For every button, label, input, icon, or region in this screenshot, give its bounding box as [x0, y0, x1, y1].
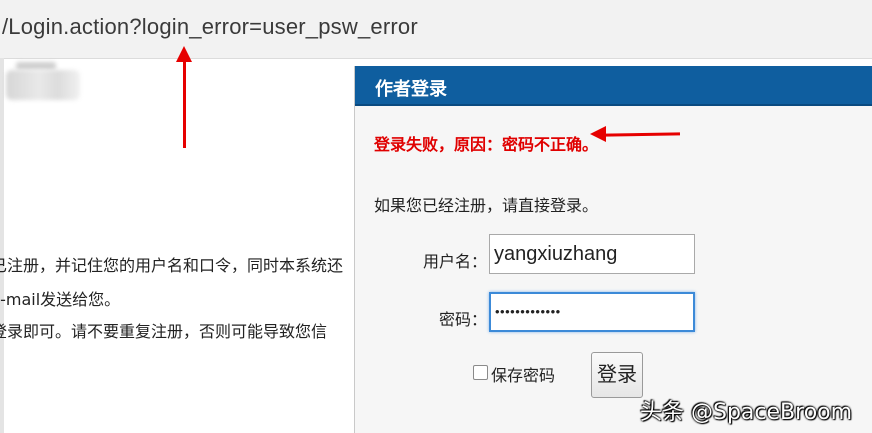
url-text[interactable]: /Login.action?login_error=user_psw_error	[2, 14, 418, 40]
address-bar[interactable]: /Login.action?login_error=user_psw_error	[0, 0, 872, 59]
username-label: 用户名：	[422, 252, 487, 271]
watermark: 头条 @SpaceBroom	[640, 400, 853, 425]
notice-line-3: 登录即可。请不要重复注册，否则可能导致您信	[0, 322, 328, 341]
annotation-arrow-up-head	[176, 46, 192, 62]
remember-password-label[interactable]: 保存密码	[491, 362, 555, 386]
password-input[interactable]: •••••••••••••	[489, 292, 695, 332]
login-panel-title: 作者登录	[375, 79, 447, 100]
login-button[interactable]: 登录	[591, 352, 643, 398]
login-hint: 如果您已经注册，请直接登录。	[374, 196, 599, 215]
left-edge-strip	[0, 58, 4, 433]
login-error-message: 登录失败，原因：密码不正确。	[374, 135, 599, 154]
blurred-username	[16, 62, 56, 70]
login-panel-header: 作者登录	[355, 66, 872, 106]
password-label: 密码：	[438, 310, 487, 329]
notice-line-1: 已注册，并记住您的用户名和口令，同时本系统还	[0, 256, 344, 275]
username-input[interactable]: yangxiuzhang	[489, 234, 695, 274]
remember-password-checkbox[interactable]	[473, 365, 488, 380]
login-panel: 作者登录 登录失败，原因：密码不正确。 如果您已经注册，请直接登录。 用户名： …	[354, 66, 872, 433]
annotation-arrow-left-head	[590, 126, 606, 142]
blurred-avatar	[6, 70, 80, 100]
annotation-arrow-up	[183, 60, 186, 148]
notice-line-2: E-mail发送给您。	[0, 290, 121, 309]
